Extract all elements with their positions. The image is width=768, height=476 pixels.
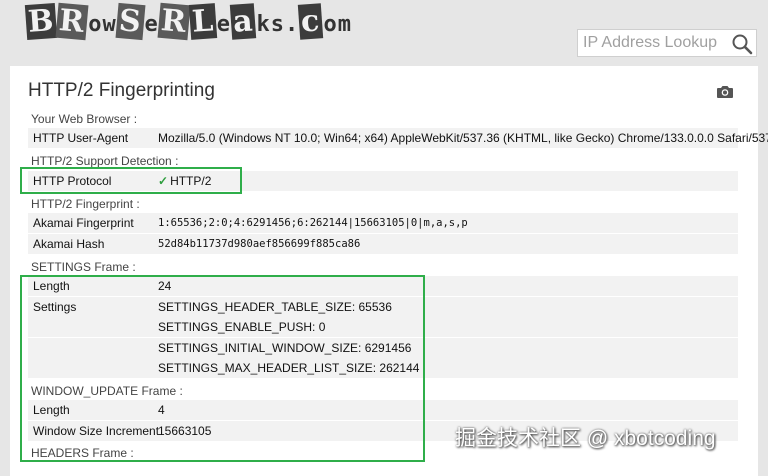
- highlight-box-frames: [20, 275, 425, 462]
- watermark: 掘金技术社区 @ xbotcoding: [455, 427, 716, 450]
- search-icon[interactable]: [731, 33, 753, 55]
- row-key: Akamai Fingerprint: [33, 216, 134, 230]
- section-your-web-browser: Your Web Browser :: [31, 112, 138, 126]
- section-settings-frame: SETTINGS Frame :: [31, 260, 136, 274]
- ip-lookup-search-box[interactable]: [577, 29, 757, 57]
- table-row: Akamai Hash 52d84b11737d980aef856699f885…: [28, 234, 738, 254]
- row-key: HTTP User-Agent: [33, 131, 129, 145]
- table-row: Akamai Fingerprint 1:65536;2:0;4:6291456…: [28, 213, 738, 233]
- table-row: HTTP User-Agent Mozilla/5.0 (Windows NT …: [28, 128, 768, 148]
- user-agent-value: Mozilla/5.0 (Windows NT 10.0; Win64; x64…: [158, 131, 768, 145]
- site-logo[interactable]: BRowSeRLeaks.com: [24, 2, 351, 48]
- section-http2-fingerprint: HTTP/2 Fingerprint :: [31, 197, 140, 211]
- page-title: HTTP/2 Fingerprinting: [28, 80, 215, 101]
- ip-lookup-input[interactable]: [578, 30, 733, 56]
- section-support-detection: HTTP/2 Support Detection :: [31, 154, 179, 168]
- akamai-hash-value: 52d84b11737d980aef856699f885ca86: [158, 238, 361, 250]
- row-key: Akamai Hash: [33, 237, 105, 251]
- akamai-fingerprint-value: 1:65536;2:0;4:6291456;6:262144|15663105|…: [158, 217, 468, 229]
- main-panel: HTTP/2 Fingerprinting Your Web Browser :…: [10, 66, 768, 476]
- highlight-box-protocol: [20, 167, 242, 194]
- camera-icon[interactable]: [716, 84, 734, 99]
